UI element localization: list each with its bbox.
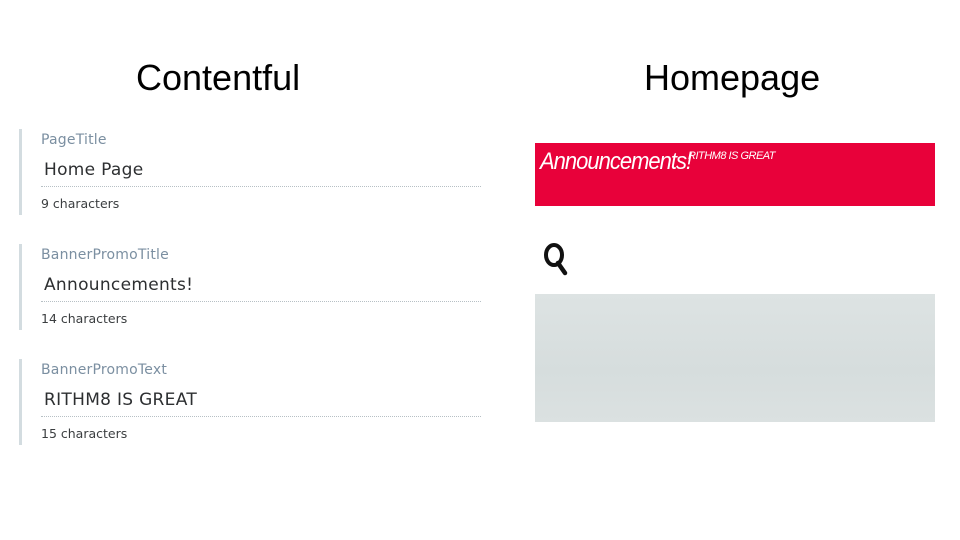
field-underline bbox=[41, 301, 481, 302]
field-banner-promo-text: BannerPromoText RITHM8 IS GREAT 15 chara… bbox=[19, 359, 489, 445]
field-underline bbox=[41, 416, 481, 417]
announcement-banner: Announcements! RITHM8 IS GREAT bbox=[535, 143, 935, 206]
character-count: 9 characters bbox=[41, 196, 120, 211]
field-label: BannerPromoText bbox=[41, 362, 168, 378]
contentful-heading: Contentful bbox=[136, 57, 301, 98]
field-underline bbox=[41, 186, 481, 187]
banner-text: RITHM8 IS GREAT bbox=[688, 150, 776, 162]
search-icon[interactable] bbox=[543, 242, 569, 276]
field-value-input[interactable]: Home Page bbox=[44, 160, 143, 180]
character-count: 14 characters bbox=[41, 311, 128, 326]
banner-title: Announcements! bbox=[540, 147, 692, 175]
homepage-heading: Homepage bbox=[644, 57, 821, 98]
field-value-input[interactable]: RITHM8 IS GREAT bbox=[44, 390, 197, 410]
field-page-title: PageTitle Home Page 9 characters bbox=[19, 129, 489, 215]
field-banner-promo-title: BannerPromoTitle Announcements! 14 chara… bbox=[19, 244, 489, 330]
field-label: PageTitle bbox=[41, 132, 107, 148]
hero-image bbox=[535, 294, 935, 422]
field-value-input[interactable]: Announcements! bbox=[44, 275, 193, 295]
field-label: BannerPromoTitle bbox=[41, 247, 169, 263]
character-count: 15 characters bbox=[41, 426, 128, 441]
